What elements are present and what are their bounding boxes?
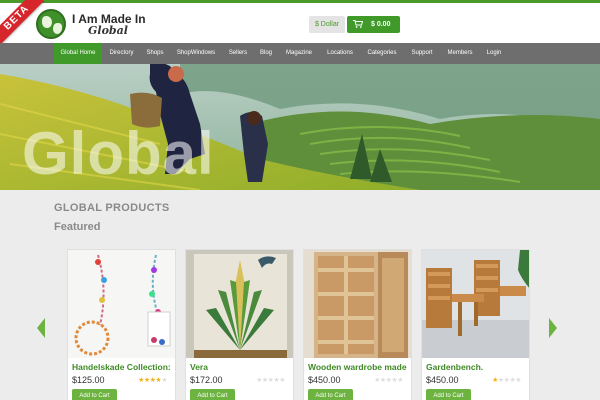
product-image[interactable] xyxy=(68,250,175,358)
cart-total: $ 0.00 xyxy=(371,21,391,28)
nav-item-directory[interactable]: Directory xyxy=(104,43,139,64)
product-name[interactable]: Wooden wardrobe made xyxy=(308,362,407,372)
arrow-right-icon[interactable] xyxy=(549,318,557,338)
star-icon: ★★★★★ xyxy=(374,377,403,384)
add-to-cart-button[interactable]: Add to Cart xyxy=(426,389,471,400)
product-image[interactable] xyxy=(422,250,529,358)
nav-item-shops[interactable]: Shops xyxy=(141,43,169,64)
product-name[interactable]: Handelskade Collection: xyxy=(72,362,171,372)
product-card[interactable]: Vera $172.00 ★★★★★ Add to Cart xyxy=(185,249,294,400)
nav-item-global-home[interactable]: Global Home xyxy=(54,43,102,64)
nav-item-blog[interactable]: Blog xyxy=(255,43,277,64)
add-to-cart-button[interactable]: Add to Cart xyxy=(308,389,353,400)
product-price: $172.00 xyxy=(190,375,223,385)
nav-item-magazine[interactable]: Magazine xyxy=(279,43,319,64)
product-price: $450.00 xyxy=(308,375,341,385)
nav-item-members[interactable]: Members xyxy=(441,43,479,64)
star-icon: ★ xyxy=(161,377,167,384)
add-to-cart-button[interactable]: Add to Cart xyxy=(72,389,117,400)
product-price: $450.00 xyxy=(426,375,459,385)
main-nav: Global Home Directory Shops ShopWindows … xyxy=(0,43,600,64)
product-rating: ★★★★★ xyxy=(492,376,521,384)
site-header: BETA I Am Made In Global $ Dollar $ 0.00 xyxy=(0,0,600,45)
product-rating: ★★★★★ xyxy=(374,376,403,384)
nav-item-categories[interactable]: Categories xyxy=(361,43,403,64)
product-card[interactable]: Handelskade Collection: $125.00 ★★★★★ Ad… xyxy=(67,249,176,400)
product-rating: ★★★★★ xyxy=(256,376,285,384)
product-name[interactable]: Gardenbench. xyxy=(426,362,483,372)
product-price: $125.00 xyxy=(72,375,105,385)
product-card[interactable]: Gardenbench. $450.00 ★★★★★ Add to Cart xyxy=(421,249,530,400)
product-image[interactable] xyxy=(304,250,411,358)
section-title: GLOBAL PRODUCTS xyxy=(54,202,170,214)
currency-selector[interactable]: $ Dollar xyxy=(309,16,345,33)
product-rating: ★★★★★ xyxy=(138,376,167,384)
logo-subtitle[interactable]: Global xyxy=(88,24,128,37)
star-icon: ★★★★★ xyxy=(256,377,285,384)
star-icon: ★★★★ xyxy=(497,377,522,384)
product-name[interactable]: Vera xyxy=(190,362,208,372)
nav-item-login[interactable]: Login xyxy=(481,43,507,64)
nav-item-support[interactable]: Support xyxy=(405,43,439,64)
hero-title: Global xyxy=(22,120,215,187)
cart-icon xyxy=(353,20,363,28)
nav-item-shopwindows[interactable]: ShopWindows xyxy=(171,43,221,64)
globe-logo-icon[interactable] xyxy=(36,9,66,39)
cart-button[interactable]: $ 0.00 xyxy=(347,16,400,33)
hero-banner: Global xyxy=(0,64,600,190)
nav-item-locations[interactable]: Locations xyxy=(321,43,359,64)
star-icon: ★★★★ xyxy=(138,377,162,384)
nav-item-sellers[interactable]: Sellers xyxy=(223,43,253,64)
arrow-left-icon[interactable] xyxy=(37,318,45,338)
product-card[interactable]: Wooden wardrobe made $450.00 ★★★★★ Add t… xyxy=(303,249,412,400)
section-subtitle: Featured xyxy=(54,221,101,233)
add-to-cart-button[interactable]: Add to Cart xyxy=(190,389,235,400)
product-image[interactable] xyxy=(186,250,293,358)
